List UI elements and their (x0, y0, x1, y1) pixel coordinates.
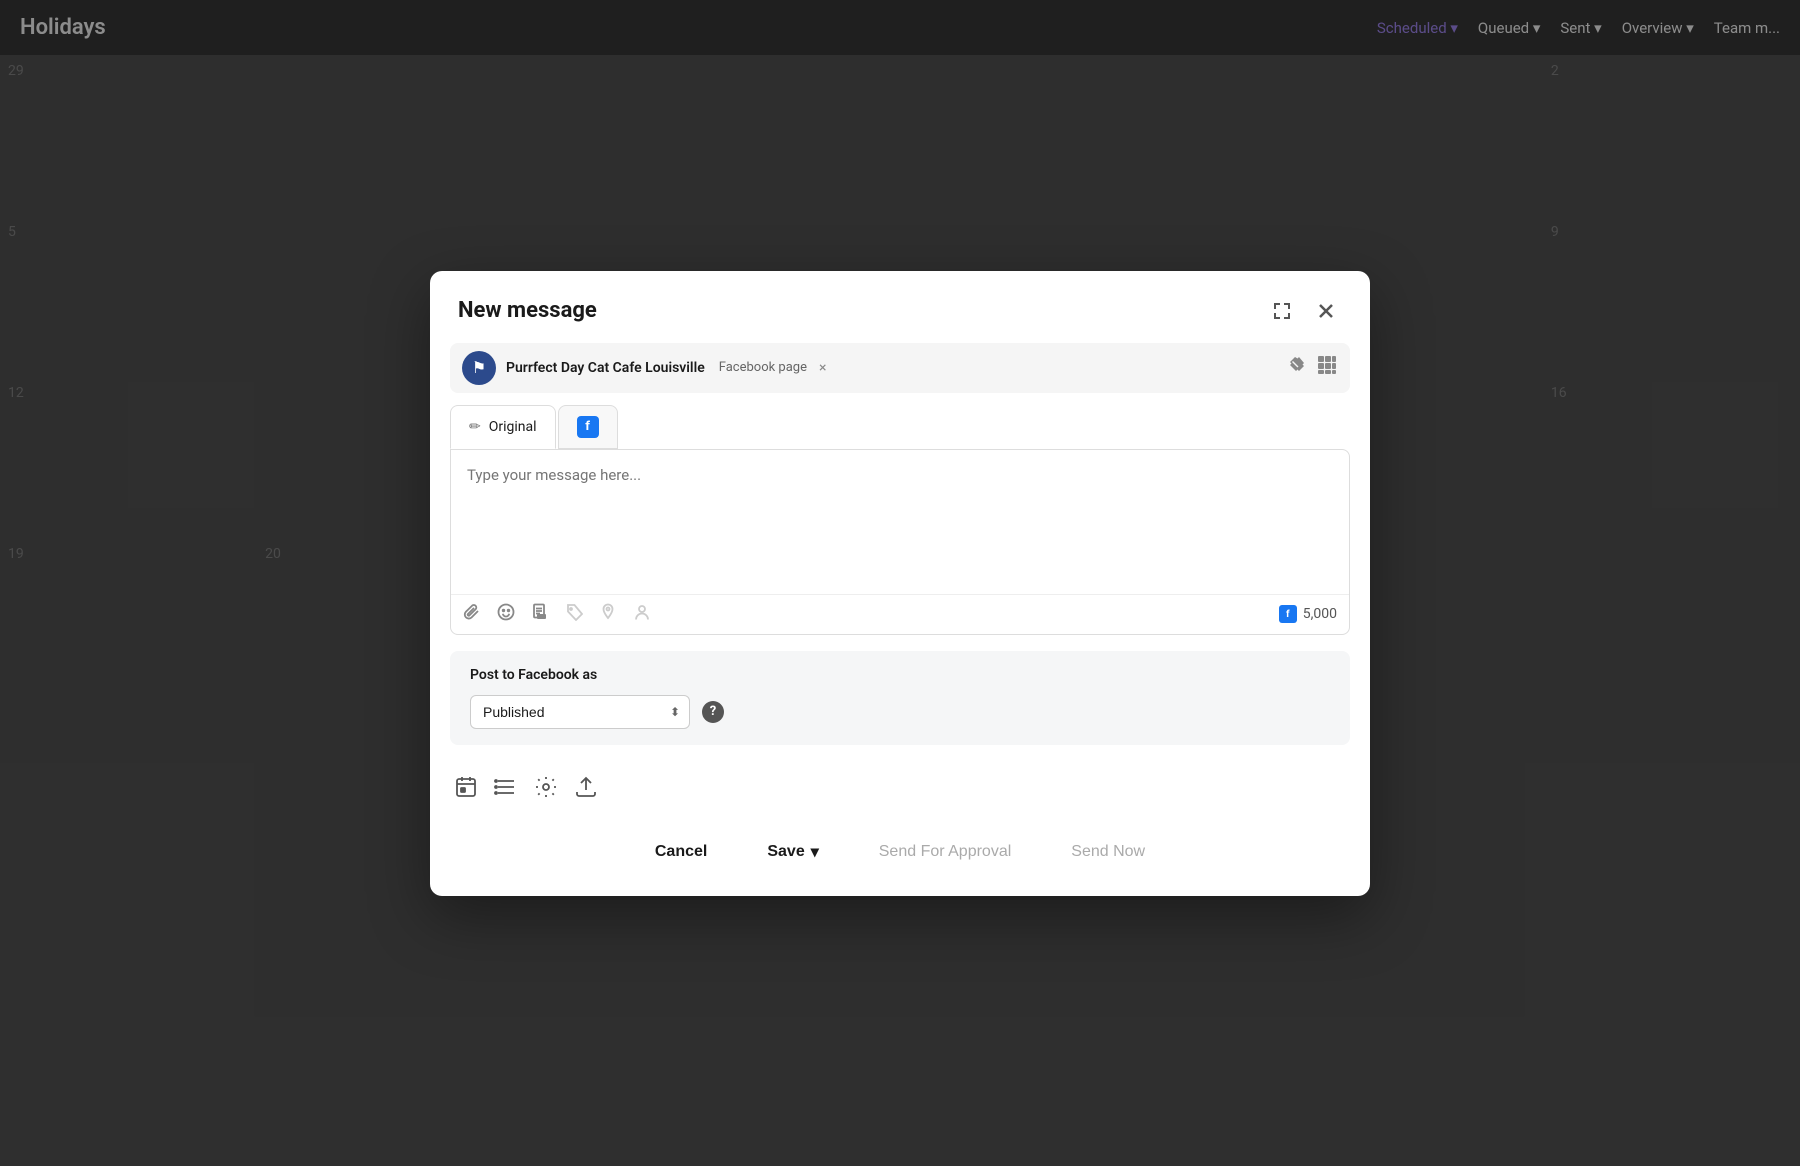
save-dropdown-icon: ▾ (811, 842, 819, 862)
tab-original-label: Original (489, 419, 537, 435)
char-count-value: 5,000 (1303, 606, 1337, 622)
post-options-row: Published Draft Scheduled ⬍ ? (470, 695, 1330, 729)
send-for-approval-button[interactable]: Send For Approval (859, 833, 1032, 871)
tab-original[interactable]: ✏ Original (450, 405, 556, 449)
modal-overlay: New message ⚑ Purrfect Day Cat Cafe (0, 0, 1800, 1166)
schedule-icon[interactable] (454, 775, 478, 804)
message-composer: f 5,000 (450, 449, 1350, 635)
action-buttons: Cancel Save ▾ Send For Approval Send Now (430, 818, 1370, 896)
expand-button[interactable] (1266, 295, 1298, 327)
mention-icon (633, 603, 651, 626)
account-name: Purrfect Day Cat Cafe Louisville (506, 360, 705, 376)
modal-title: New message (458, 298, 1254, 323)
facebook-badge: f (1279, 605, 1297, 623)
save-label: Save (767, 843, 804, 861)
post-type-wrapper: Published Draft Scheduled ⬍ (470, 695, 690, 729)
facebook-icon: f (577, 416, 599, 438)
attachment-icon[interactable] (463, 603, 481, 626)
settings-icon[interactable] (534, 775, 558, 804)
account-type: Facebook page (719, 360, 807, 375)
message-tabs: ✏ Original f (450, 405, 1350, 449)
post-options-panel: Post to Facebook as Published Draft Sche… (450, 651, 1350, 745)
avatar: ⚑ (462, 351, 496, 385)
message-input[interactable] (451, 450, 1349, 590)
new-message-modal: New message ⚑ Purrfect Day Cat Cafe (430, 271, 1370, 896)
save-button[interactable]: Save ▾ (747, 832, 838, 872)
location-icon (599, 603, 617, 626)
emoji-icon[interactable] (497, 603, 515, 626)
grid-icon[interactable] (1316, 354, 1338, 381)
bottom-toolbar (430, 761, 1370, 818)
modal-header-icons (1266, 295, 1342, 327)
upload-icon[interactable] (574, 775, 598, 804)
pencil-icon: ✏ (469, 419, 481, 435)
flag-icon: ⚑ (472, 358, 486, 377)
message-toolbar: f 5,000 (451, 594, 1349, 634)
document-icon[interactable] (531, 603, 549, 626)
account-selector[interactable]: ⚑ Purrfect Day Cat Cafe Louisville Faceb… (450, 343, 1350, 393)
list-icon[interactable] (494, 775, 518, 804)
help-icon[interactable]: ? (702, 701, 724, 723)
tab-facebook[interactable]: f (558, 405, 618, 449)
account-remove-button[interactable]: × (819, 360, 826, 376)
tag-icon (565, 603, 583, 626)
modal-header: New message (430, 271, 1370, 343)
char-count: f 5,000 (1279, 605, 1337, 623)
cancel-button[interactable]: Cancel (635, 833, 727, 871)
close-button[interactable] (1310, 295, 1342, 327)
send-now-button[interactable]: Send Now (1051, 833, 1165, 871)
post-type-select[interactable]: Published Draft Scheduled (470, 695, 690, 729)
pin-icon[interactable] (1286, 355, 1306, 380)
post-options-label: Post to Facebook as (470, 667, 1330, 683)
